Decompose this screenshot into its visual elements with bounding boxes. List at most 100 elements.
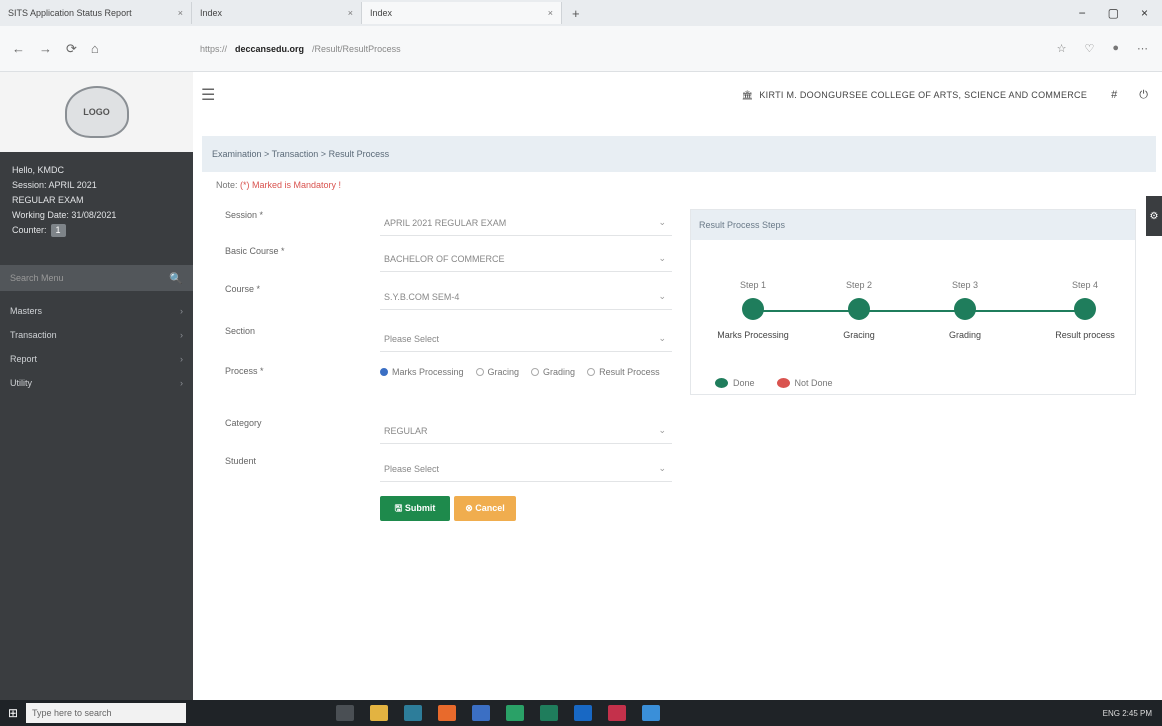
radio-marks-processing[interactable]: Marks Processing — [380, 366, 464, 378]
panel-title: Result Process Steps — [691, 210, 1135, 240]
session-row: Session * APRIL 2021 REGULAR EXAM ⌄ — [225, 210, 672, 236]
submit-button[interactable]: 🖫 Submit — [380, 496, 450, 521]
step-3: Step 3 Grading — [915, 280, 1015, 340]
chevron-right-icon: › — [180, 378, 183, 388]
sidebar-item-label: Report — [10, 354, 38, 364]
cancel-button[interactable]: ⊗ Cancel — [454, 496, 516, 521]
radio-result-process[interactable]: Result Process — [587, 366, 660, 378]
url-input[interactable]: https:// deccansedu.org /Result/ResultPr… — [200, 44, 960, 54]
step-number: Step 2 — [845, 280, 873, 290]
firefox-icon[interactable] — [438, 705, 456, 721]
college-name: KIRTI M. DOONGURSEE COLLEGE OF ARTS, SCI… — [759, 90, 1088, 100]
section-label: Section — [225, 326, 256, 336]
app-icon[interactable] — [608, 705, 626, 721]
basic-course-select[interactable]: BACHELOR OF COMMERCE ⌄ — [380, 246, 672, 272]
taskbar-search-input[interactable]: Type here to search — [26, 703, 186, 723]
section-row: Section Please Select ⌄ — [225, 326, 672, 352]
session-select[interactable]: APRIL 2021 REGULAR EXAM ⌄ — [380, 210, 672, 236]
step-done-icon — [1074, 298, 1096, 320]
legend-label: Not Done — [794, 378, 833, 388]
process-radio-group: Marks Processing Gracing Grading Result … — [380, 366, 672, 378]
done-dot-icon — [715, 378, 728, 388]
chevron-down-icon: ⌄ — [658, 333, 666, 343]
user-greeting: Hello, KMDC — [12, 165, 65, 175]
counter-line: Counter: 1 — [12, 224, 181, 237]
course-select[interactable]: S.Y.B.COM SEM-4 ⌄ — [380, 284, 672, 310]
sidebar-item-report[interactable]: Report › — [0, 347, 193, 371]
college-icon: 🏛 — [741, 89, 754, 100]
word-icon[interactable] — [472, 705, 490, 721]
os-taskbar: ⊞ Type here to search ENG 2:45 PM — [0, 700, 1162, 726]
forward-icon[interactable]: → — [39, 41, 52, 57]
category-select[interactable]: REGULAR ⌄ — [380, 418, 672, 444]
browser-tab-bar: SITS Application Status Report × Index ×… — [0, 0, 1162, 26]
browser-tab-index-2[interactable]: Index × — [362, 2, 562, 24]
step-done-icon — [848, 298, 870, 320]
settings-gear-icon[interactable]: ⚙ — [1146, 196, 1162, 236]
nav-buttons: ← → ⟳ ⌂ — [0, 41, 200, 57]
course-value: S.Y.B.COM SEM-4 — [384, 291, 460, 302]
taskview-icon[interactable] — [336, 705, 354, 721]
tab-label: Index — [200, 8, 223, 18]
chevron-down-icon: ⌄ — [658, 291, 666, 301]
radio-label: Gracing — [487, 367, 520, 377]
maximize-icon[interactable]: ▢ — [1108, 6, 1119, 20]
window-close-icon[interactable]: × — [1141, 6, 1148, 20]
radio-gracing[interactable]: Gracing — [475, 366, 520, 378]
basic-course-row: Basic Course * BACHELOR OF COMMERCE ⌄ — [225, 246, 672, 272]
hash-icon[interactable]: # — [1111, 89, 1117, 102]
step-name: Gracing — [843, 330, 875, 340]
step-2: Step 2 Gracing — [809, 280, 909, 340]
section-select[interactable]: Please Select ⌄ — [380, 326, 672, 352]
reload-icon[interactable]: ⟳ — [66, 41, 77, 57]
taskbar-apps — [336, 705, 660, 721]
edge-icon[interactable] — [574, 705, 592, 721]
chevron-down-icon: ⌄ — [658, 217, 666, 227]
menu-search-input[interactable]: Search Menu 🔍 — [0, 265, 193, 291]
favorite-icon[interactable]: ☆ — [1057, 42, 1067, 55]
chevron-down-icon: ⌄ — [658, 253, 666, 263]
mail-icon[interactable] — [404, 705, 422, 721]
counter-label: Counter: — [12, 225, 47, 235]
process-row: Process * Marks Processing Gracing Gradi… — [225, 366, 672, 378]
step-done-icon — [742, 298, 764, 320]
back-icon[interactable]: ← — [12, 41, 25, 57]
radio-grading[interactable]: Grading — [531, 366, 575, 378]
chevron-down-icon: ⌄ — [658, 463, 666, 473]
browser-tab-index-1[interactable]: Index × — [192, 2, 362, 24]
sidebar-item-masters[interactable]: Masters › — [0, 299, 193, 323]
collections-icon[interactable]: ♡ — [1084, 42, 1094, 55]
chevron-right-icon: › — [180, 330, 183, 340]
logout-icon[interactable]: ⏻ — [1139, 89, 1148, 102]
note-text: (*) Marked is Mandatory ! — [240, 180, 342, 190]
close-icon[interactable]: × — [340, 8, 353, 18]
more-icon[interactable]: ⋯ — [1137, 42, 1148, 55]
app-icon[interactable] — [642, 705, 660, 721]
sidebar-item-utility[interactable]: Utility › — [0, 371, 193, 395]
step-number: Step 1 — [739, 280, 767, 290]
new-tab-button[interactable]: + — [562, 6, 590, 21]
tab-label: Index — [370, 8, 393, 18]
minimize-icon[interactable]: − — [1079, 6, 1086, 20]
radio-label: Grading — [543, 367, 576, 377]
system-tray[interactable]: ENG 2:45 PM — [1103, 709, 1162, 718]
hamburger-menu-icon[interactable]: ☰ — [193, 85, 215, 105]
sidebar-item-transaction[interactable]: Transaction › — [0, 323, 193, 347]
profile-icon[interactable]: ● — [1112, 42, 1119, 55]
browser-tab-status-report[interactable]: SITS Application Status Report × — [0, 2, 192, 24]
home-icon[interactable]: ⌂ — [91, 41, 99, 57]
close-icon[interactable]: × — [540, 8, 553, 18]
chrome-icon[interactable] — [506, 705, 524, 721]
whatsapp-icon[interactable] — [540, 705, 558, 721]
radio-unchecked-icon — [475, 368, 484, 376]
student-select[interactable]: Please Select ⌄ — [380, 456, 672, 482]
windows-start-icon[interactable]: ⊞ — [0, 706, 26, 720]
form-buttons: 🖫 Submit ⊗ Cancel — [380, 496, 516, 521]
process-label: Process * — [225, 366, 264, 376]
session-line-2: REGULAR EXAM — [12, 195, 84, 205]
file-explorer-icon[interactable] — [370, 705, 388, 721]
session-value: APRIL 2021 REGULAR EXAM — [384, 217, 507, 228]
search-icon[interactable]: 🔍 — [169, 272, 183, 285]
close-icon[interactable]: × — [170, 8, 183, 18]
radio-checked-icon — [380, 368, 388, 376]
